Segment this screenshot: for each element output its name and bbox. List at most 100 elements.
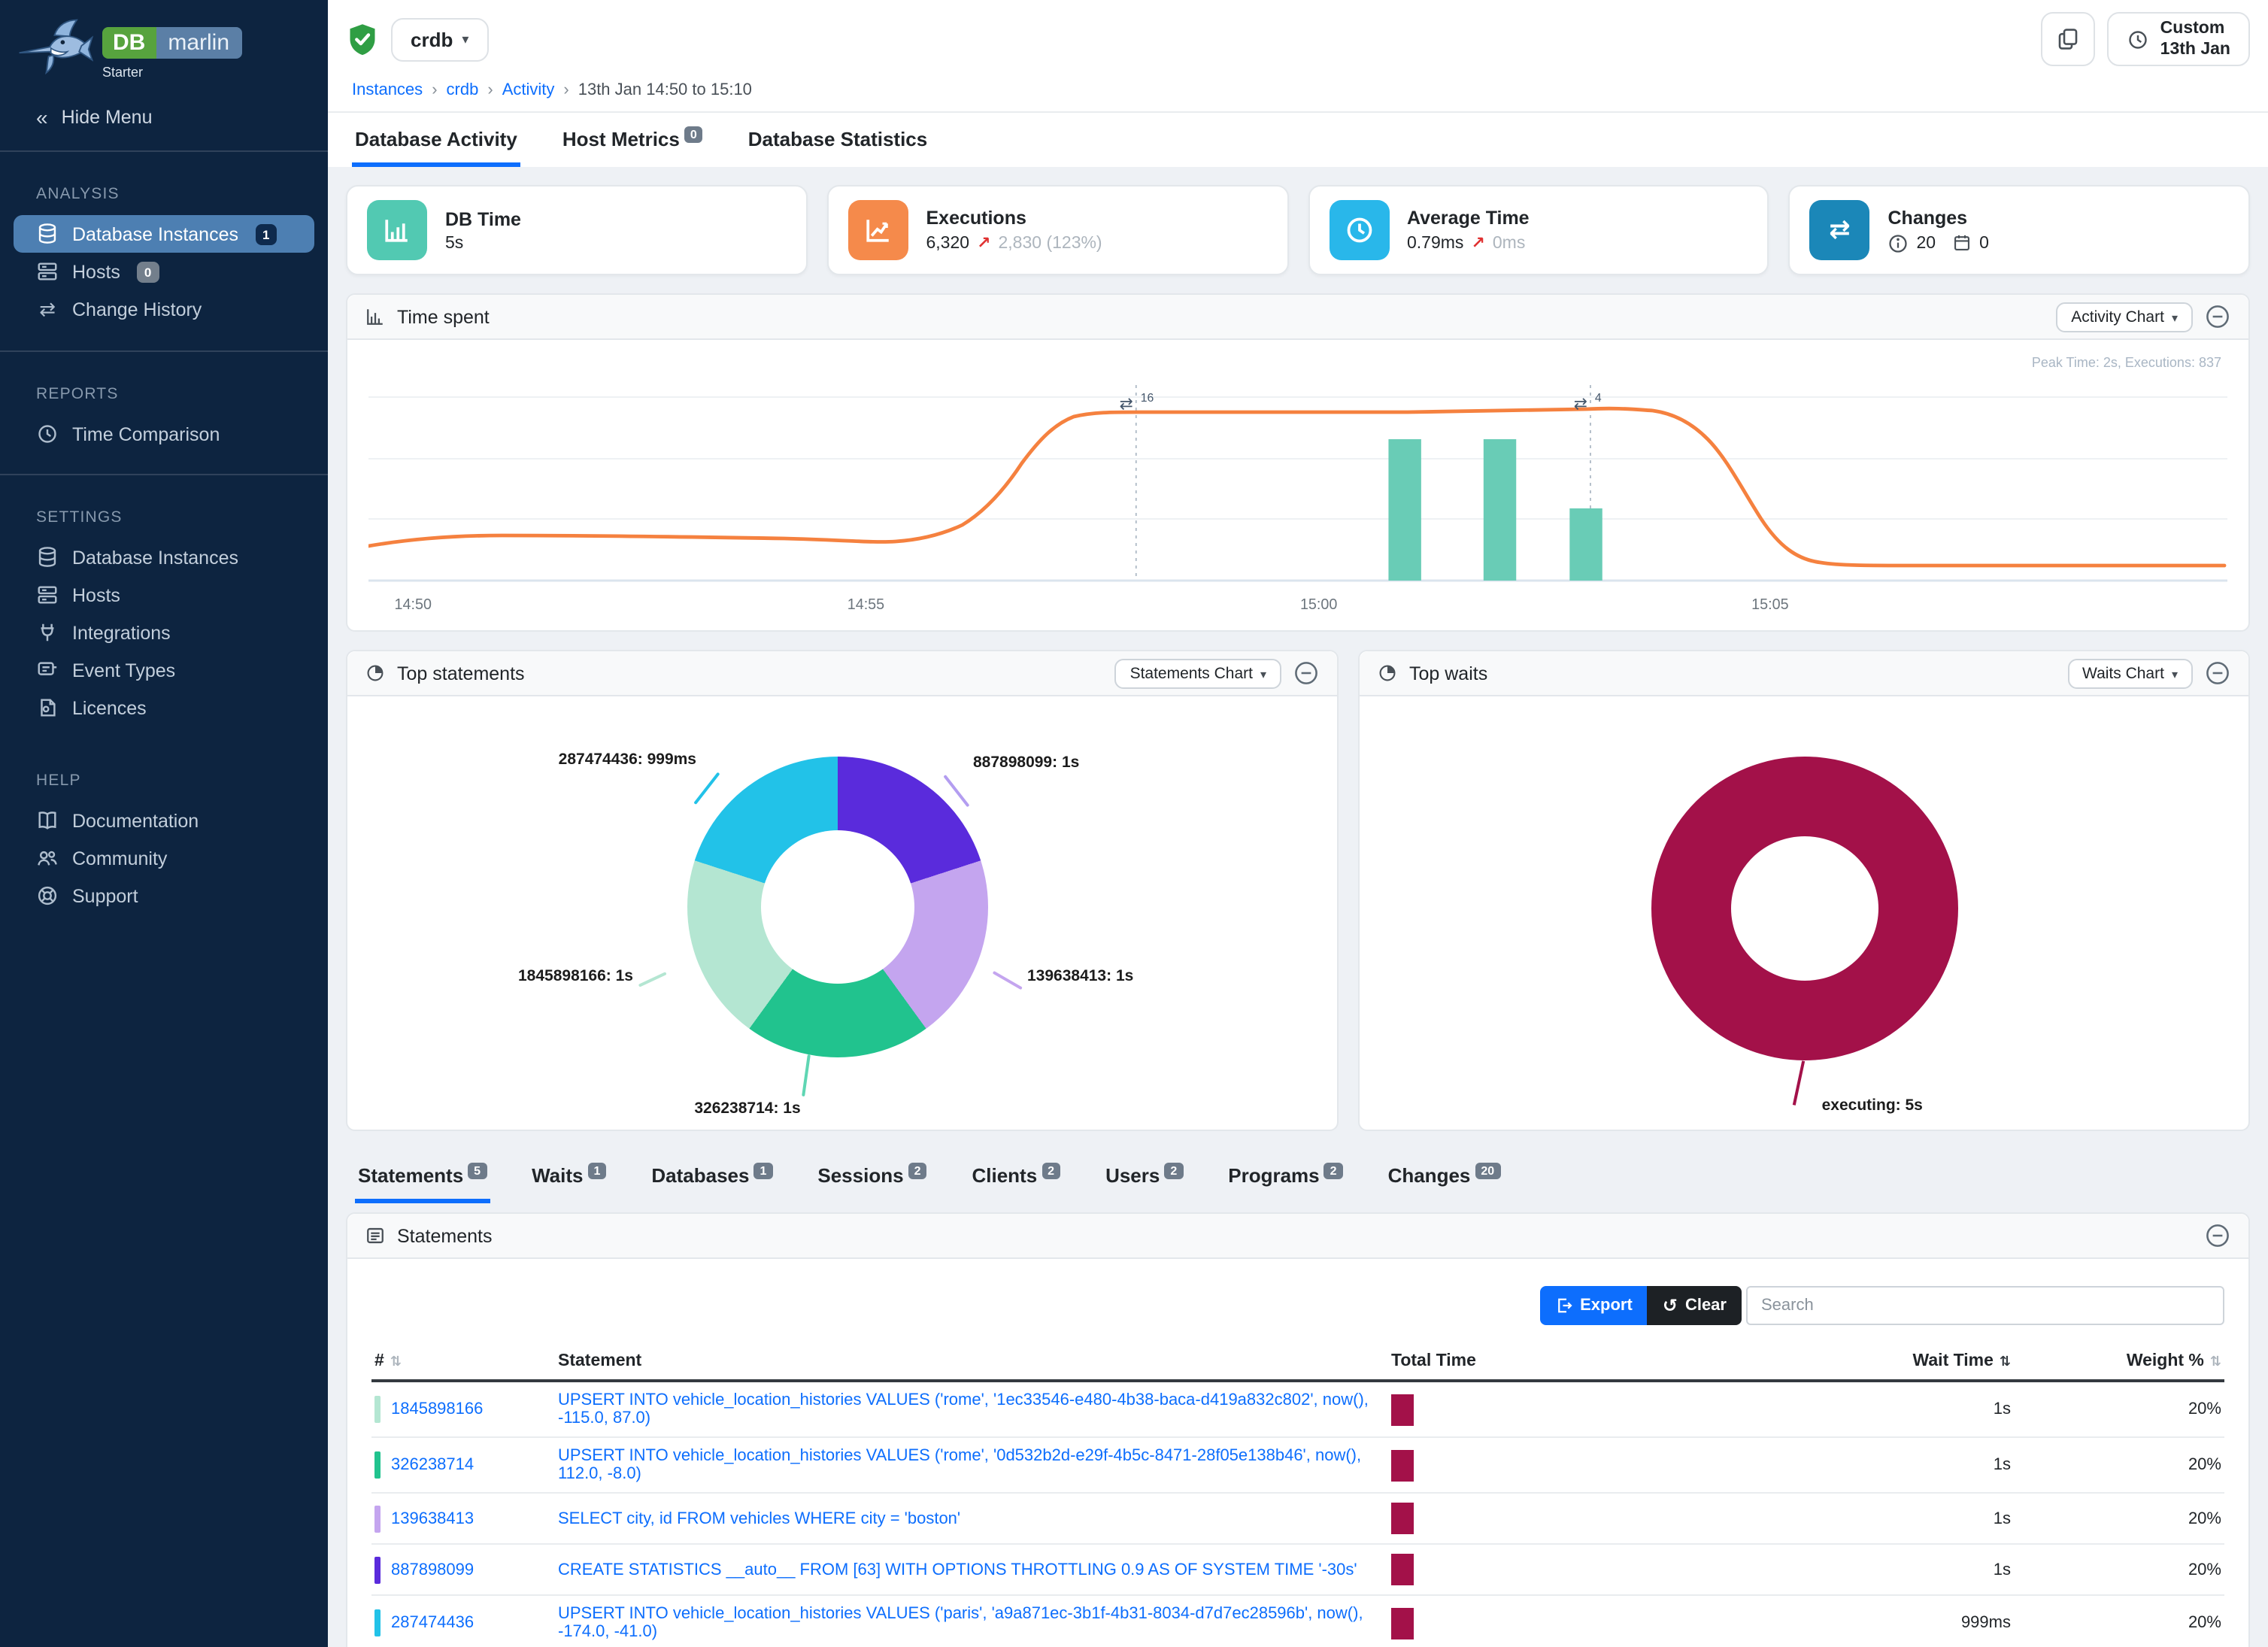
statement-id-link[interactable]: 139638413	[391, 1509, 474, 1527]
collapse-icon[interactable]	[1293, 660, 1319, 686]
sidebar-item-integrations[interactable]: Integrations	[0, 614, 328, 651]
sidebar-item-hosts[interactable]: Hosts 0	[0, 253, 328, 290]
collapse-icon[interactable]	[2205, 1223, 2230, 1248]
hide-menu-button[interactable]: Hide Menu	[0, 87, 328, 147]
col-statement[interactable]: Statement	[555, 1343, 1388, 1381]
sidebar-section-help: HELP	[0, 726, 328, 802]
collapse-icon[interactable]	[2205, 304, 2230, 329]
calendar-icon	[1952, 233, 1972, 253]
sidebar-item-settings-hosts[interactable]: Hosts	[0, 576, 328, 614]
col-weight[interactable]: Weight %	[2014, 1343, 2224, 1381]
statement-sql-link[interactable]: CREATE STATISTICS __auto__ FROM [63] WIT…	[558, 1561, 1357, 1579]
statement-sql-link[interactable]: SELECT city, id FROM vehicles WHERE city…	[558, 1509, 960, 1527]
count-badge: 5	[468, 1163, 487, 1179]
tab-statements[interactable]: Statements5	[355, 1149, 490, 1203]
statements-donut[interactable]	[687, 757, 988, 1057]
color-chip	[374, 1396, 381, 1423]
tab-users[interactable]: Users2	[1102, 1149, 1186, 1203]
brand-db: DB	[102, 27, 156, 59]
waits-donut[interactable]	[1651, 757, 1957, 1060]
clear-button[interactable]: Clear	[1648, 1286, 1742, 1325]
kpi-title: Average Time	[1407, 208, 1530, 229]
chevrons-left-icon	[36, 105, 48, 129]
table-row: 1845898166 UPSERT INTO vehicle_location_…	[371, 1381, 2224, 1437]
tab-databases[interactable]: Databases1	[648, 1149, 775, 1203]
wait-time-value: 1s	[1641, 1544, 2014, 1595]
sidebar-item-label: Time Comparison	[72, 423, 220, 444]
statement-id-link[interactable]: 887898099	[391, 1561, 474, 1579]
sidebar-item-time-comparison[interactable]: Time Comparison	[0, 415, 328, 453]
statement-sql-link[interactable]: UPSERT INTO vehicle_location_histories V…	[558, 1391, 1369, 1427]
copy-link-button[interactable]	[2042, 12, 2096, 66]
tab-waits[interactable]: Waits1	[529, 1149, 609, 1203]
change-marker-count: 4	[1595, 392, 1602, 405]
hide-menu-label: Hide Menu	[62, 107, 153, 128]
bar-chart-icon	[367, 200, 427, 260]
kpi-title: Executions	[926, 208, 1102, 229]
kpi-changes: ⇄ Changes 20 0	[1789, 185, 2251, 275]
col-total-time[interactable]: Total Time	[1388, 1343, 1641, 1381]
tab-sessions[interactable]: Sessions2	[814, 1149, 929, 1203]
slice-label: 887898099: 1s	[973, 754, 1079, 772]
breadcrumb-instances[interactable]: Instances	[352, 81, 438, 99]
sidebar-item-label: Licences	[72, 697, 147, 718]
table-row: 887898099 CREATE STATISTICS __auto__ FRO…	[371, 1544, 2224, 1595]
logo: DB marlin Starter	[0, 0, 328, 87]
sidebar-item-event-types[interactable]: Event Types	[0, 651, 328, 689]
tab-clients[interactable]: Clients2	[969, 1149, 1063, 1203]
search-input[interactable]	[1746, 1286, 2224, 1325]
activity-chart-select[interactable]: Activity Chart	[2056, 302, 2193, 332]
table-row: 326238714 UPSERT INTO vehicle_location_h…	[371, 1437, 2224, 1493]
sidebar-item-database-instances[interactable]: Database Instances 1	[14, 215, 314, 253]
pie-chart-icon	[365, 663, 385, 683]
leader-line	[693, 772, 719, 805]
slice-label: 326238714: 1s	[648, 1100, 847, 1118]
waits-chart-select[interactable]: Waits Chart	[2067, 658, 2193, 688]
export-button[interactable]: Export	[1539, 1286, 1648, 1325]
collapse-icon[interactable]	[2205, 660, 2230, 686]
changes-info-count: 20	[1917, 234, 1936, 252]
total-time-bar	[1391, 1607, 1414, 1639]
svg-text:14:55: 14:55	[847, 596, 884, 613]
time-range-button[interactable]: Custom 13th Jan	[2108, 12, 2250, 66]
col-wait-time[interactable]: Wait Time	[1641, 1343, 2014, 1381]
panel-title: Statements	[397, 1225, 492, 1246]
statement-id-link[interactable]: 326238714	[391, 1456, 474, 1474]
change-marker-count: 16	[1141, 392, 1154, 405]
instance-selector[interactable]: crdb	[391, 17, 488, 61]
wait-time-value: 1s	[1641, 1437, 2014, 1493]
tab-host-metrics[interactable]: Host Metrics0	[559, 113, 706, 167]
copy-icon	[2057, 27, 2081, 51]
breadcrumb-activity[interactable]: Activity	[502, 81, 569, 99]
sidebar-section-settings: SETTINGS	[0, 478, 328, 538]
tab-changes[interactable]: Changes20	[1385, 1149, 1504, 1203]
statement-sql-link[interactable]: UPSERT INTO vehicle_location_histories V…	[558, 1447, 1361, 1483]
statement-id-link[interactable]: 287474436	[391, 1614, 474, 1632]
sidebar-item-documentation[interactable]: Documentation	[0, 802, 328, 839]
sidebar-item-change-history[interactable]: ⇄ Change History	[0, 290, 328, 329]
tab-database-activity[interactable]: Database Activity	[352, 113, 520, 167]
sidebar-item-community[interactable]: Community	[0, 839, 328, 877]
col-id[interactable]: #	[371, 1343, 555, 1381]
pie-chart-icon	[1378, 663, 1397, 683]
event-icon	[36, 659, 59, 681]
time-spent-panel: Time spent Activity Chart Peak Time: 2s,…	[346, 293, 2250, 632]
count-badge: 2	[1324, 1163, 1343, 1179]
statements-chart-select[interactable]: Statements Chart	[1115, 658, 1281, 688]
statement-id-link[interactable]: 1845898166	[391, 1400, 483, 1418]
sidebar-item-licences[interactable]: Licences	[0, 689, 328, 726]
color-chip	[374, 1609, 381, 1636]
count-badge: 0	[684, 126, 703, 143]
sidebar-item-support[interactable]: Support	[0, 877, 328, 914]
kpi-value: 0.79ms	[1407, 234, 1463, 252]
sidebar-item-settings-database-instances[interactable]: Database Instances	[0, 538, 328, 576]
up-arrow-icon	[1471, 233, 1484, 253]
divider	[0, 150, 328, 152]
tab-programs[interactable]: Programs2	[1225, 1149, 1345, 1203]
statement-sql-link[interactable]: UPSERT INTO vehicle_location_histories V…	[558, 1605, 1363, 1641]
breadcrumb-crdb[interactable]: crdb	[447, 81, 493, 99]
tab-database-statistics[interactable]: Database Statistics	[745, 113, 930, 167]
total-time-bar	[1391, 1394, 1414, 1425]
chart-icon	[365, 307, 385, 326]
wait-time-value: 1s	[1641, 1493, 2014, 1544]
